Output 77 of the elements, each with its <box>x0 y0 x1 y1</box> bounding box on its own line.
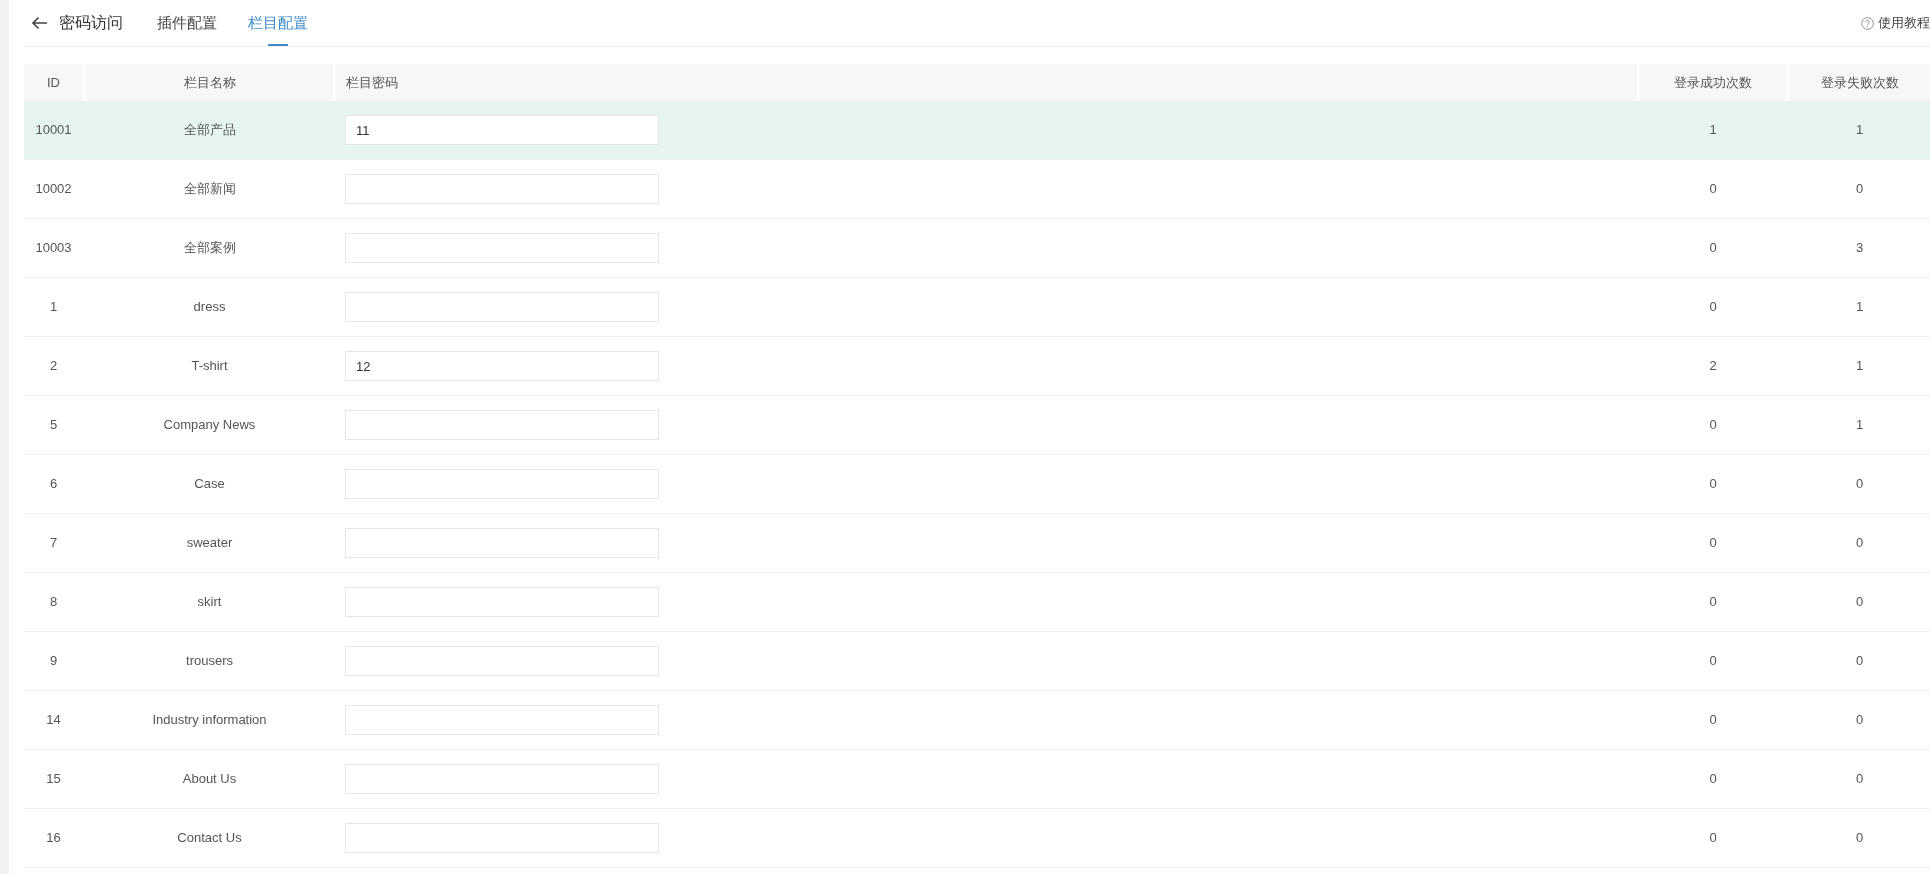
table-cell-text: 10001 <box>35 121 72 140</box>
table-cell-text: 0 <box>1855 770 1864 789</box>
table-cell-text: 0 <box>1709 298 1717 317</box>
table-cell-text: 1 <box>1855 416 1864 435</box>
column-header: ID <box>24 64 83 101</box>
table-cell-text: 全部案例 <box>183 239 236 258</box>
page-title: 密码访问 <box>59 13 123 33</box>
table-cell-text: 0 <box>1709 475 1717 494</box>
column-header: 登录成功次数 <box>1640 64 1786 101</box>
table-cell-text: sweater <box>186 534 233 553</box>
table-cell-text: 1 <box>1855 357 1864 376</box>
password-field[interactable] <box>345 469 659 499</box>
table-cell-text: 0 <box>1709 770 1717 789</box>
table-cell-text: Case <box>194 475 225 494</box>
table-cell-text: 10002 <box>35 180 72 199</box>
password-field[interactable] <box>345 528 659 558</box>
password-field[interactable] <box>345 587 659 617</box>
help-icon <box>1861 16 1874 30</box>
password-field[interactable] <box>345 764 659 794</box>
tab[interactable]: 插件配置 <box>157 0 217 46</box>
table-cell-text: 14 <box>46 711 61 730</box>
table-cell-text: Company News <box>163 416 256 435</box>
table-cell-text: 0 <box>1709 593 1717 612</box>
password-field[interactable] <box>345 823 659 853</box>
table-cell-text: 1 <box>1709 121 1717 140</box>
tab[interactable]: 栏目配置 <box>248 0 308 46</box>
table-cell-text: 0 <box>1855 652 1864 671</box>
table-cell-text: 0 <box>1709 534 1717 553</box>
table-cell-text: 15 <box>46 770 61 789</box>
help-link[interactable]: 使用教程 <box>1861 13 1930 33</box>
table-cell-text: 0 <box>1855 829 1864 848</box>
column-header: 登录失败次数 <box>1789 64 1930 101</box>
table-cell-text: 0 <box>1855 475 1864 494</box>
table-cell-text: dress <box>193 298 226 317</box>
table-cell-text: 0 <box>1709 711 1717 730</box>
table-cell-text: 0 <box>1709 416 1717 435</box>
table-cell-text: 3 <box>1855 239 1864 258</box>
table-cell-text: Contact Us <box>177 829 242 848</box>
password-field[interactable] <box>345 410 659 440</box>
table-cell-text: 全部产品 <box>183 121 236 140</box>
password-field[interactable] <box>345 233 659 263</box>
table-cell-text: 5 <box>49 416 58 435</box>
table-cell-text: 7 <box>49 534 58 553</box>
table-cell-text: 2 <box>1709 357 1717 376</box>
table-cell-text: 1 <box>1855 298 1864 317</box>
table-cell-text: 16 <box>46 829 61 848</box>
table-cell-text: T-shirt <box>191 357 228 376</box>
table-cell-text: 0 <box>1855 534 1864 553</box>
table-cell-text: trousers <box>186 652 233 671</box>
password-field[interactable] <box>345 705 659 735</box>
column-header: 栏目名称 <box>86 64 333 101</box>
table-cell-text: 全部新闻 <box>183 180 236 199</box>
password-field[interactable]: 12 <box>345 351 659 381</box>
back-arrow-icon[interactable] <box>31 16 48 30</box>
table-cell-text: Industry information <box>152 711 267 730</box>
password-field[interactable]: 11 <box>345 115 659 145</box>
table-row[interactable]: 10001 全部产品 11 1 1 <box>24 101 1930 160</box>
table-cell-text: About Us <box>182 770 237 789</box>
table-cell-text: 1 <box>49 298 58 317</box>
table-cell-text: 6 <box>49 475 58 494</box>
table-cell-text: 8 <box>49 593 58 612</box>
table-cell-text: 0 <box>1855 711 1864 730</box>
password-field[interactable] <box>345 174 659 204</box>
column-header: 栏目密码 <box>336 64 1637 101</box>
table-cell-text: 0 <box>1709 829 1717 848</box>
table-cell-text: 1 <box>1855 121 1864 140</box>
table-cell-text: 2 <box>49 357 58 376</box>
password-field[interactable] <box>345 646 659 676</box>
table-cell-text: 10003 <box>35 239 72 258</box>
table-cell-text: skirt <box>197 593 222 612</box>
table-cell-text: 0 <box>1855 180 1864 199</box>
password-field[interactable] <box>345 292 659 322</box>
table-cell-text: 0 <box>1709 180 1717 199</box>
table-cell-text: 0 <box>1855 593 1864 612</box>
table-cell-text: 0 <box>1709 239 1717 258</box>
table-cell-text: 0 <box>1709 652 1717 671</box>
table-cell-text: 9 <box>49 652 58 671</box>
